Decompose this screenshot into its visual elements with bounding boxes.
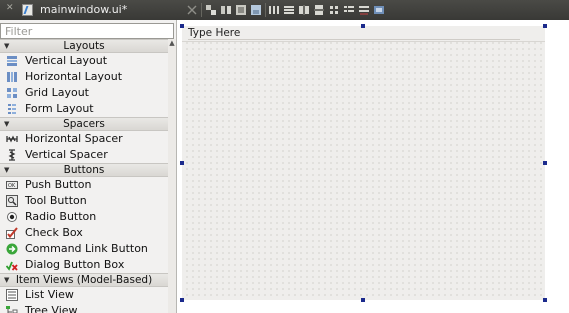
layout-grid-icon[interactable] [328,4,340,16]
resize-handle-left[interactable] [180,161,184,165]
category-label: Spacers [63,118,105,130]
layout-h-splitter-icon[interactable] [298,4,310,16]
menu-bar[interactable]: Type Here [182,26,545,42]
break-layout-icon[interactable] [358,4,370,16]
widget-label: Vertical Spacer [25,148,108,161]
form-layout-icon [6,103,18,115]
main-window-form[interactable]: Type Here [182,26,545,300]
widget-tool-button[interactable]: Tool Button [0,193,168,209]
resize-handle-top[interactable] [361,24,365,28]
widget-label: Vertical Layout [25,54,108,67]
widget-tree-view[interactable]: Tree View [0,303,168,313]
category-label: Item Views (Model-Based) [15,274,153,286]
widget-horizontal-layout[interactable]: Horizontal Layout [0,69,168,85]
widget-command-link-button[interactable]: Command Link Button [0,241,168,257]
category-layouts[interactable]: ▼ Layouts [0,39,168,53]
menu-bar-divider [188,39,520,40]
collapse-arrow-icon[interactable]: ▼ [4,40,9,52]
widget-grid-layout[interactable]: Grid Layout [0,85,168,101]
widget-vertical-layout[interactable]: Vertical Layout [0,53,168,69]
filter-field[interactable] [0,23,174,39]
resize-handle-top-right[interactable] [543,24,547,28]
collapse-arrow-icon[interactable]: ▼ [4,164,9,176]
widget-form-layout[interactable]: Form Layout [0,101,168,117]
resize-handle-top-left[interactable] [180,24,184,28]
widget-horizontal-spacer[interactable]: Horizontal Spacer [0,131,168,147]
radio-button-icon [6,211,18,223]
widget-radio-button[interactable]: Radio Button [0,209,168,225]
widget-label: Grid Layout [25,86,89,99]
tool-button-icon [6,195,18,207]
close-tab-icon[interactable]: ✕ [6,3,14,13]
widget-label: Horizontal Layout [25,70,123,83]
edit-tab-order-icon[interactable] [235,4,247,16]
widget-label: List View [25,288,74,301]
widget-box-scrollbar[interactable] [168,39,176,313]
widget-label: Tree View [25,304,78,313]
horizontal-spacer-icon [6,133,18,145]
resource-icon[interactable] [250,4,262,16]
collapse-arrow-icon[interactable]: ▼ [4,118,9,130]
category-item-views[interactable]: ▼ Item Views (Model-Based) [0,273,168,287]
collapse-arrow-icon[interactable]: ▼ [4,274,9,286]
top-toolbar: ✕ mainwindow.ui* [0,0,569,20]
widget-label: Command Link Button [25,242,148,255]
layout-form-icon[interactable] [343,4,355,16]
check-box-icon [6,227,18,239]
widget-label: Form Layout [25,102,94,115]
widget-box: ▲ ▼ Layouts Vertical Layout Horizontal L… [0,20,177,313]
ui-file-icon [22,4,33,16]
grid-layout-icon [6,87,18,99]
widget-label: Radio Button [25,210,97,223]
svg-text:OK: OK [8,183,16,189]
list-view-icon [6,289,18,301]
widget-label: Horizontal Spacer [25,132,123,145]
layout-vertical-icon[interactable] [283,4,295,16]
tree-view-icon [6,305,18,313]
horizontal-layout-icon [6,71,18,83]
edit-widgets-icon[interactable] [186,4,198,16]
dialog-button-box-icon [5,259,18,271]
widget-label: Push Button [25,178,92,191]
widget-list-view[interactable]: List View [0,287,168,303]
widget-list: ▼ Layouts Vertical Layout Horizontal Lay… [0,39,168,313]
resize-handle-bottom-right[interactable] [543,298,547,302]
resize-handle-bottom-left[interactable] [180,298,184,302]
edit-buddies-icon[interactable] [220,4,232,16]
widget-label: Check Box [25,226,83,239]
toolbar-separator [265,3,266,17]
category-label: Buttons [63,164,105,176]
toolbar-separator [201,3,202,17]
push-button-icon: OK [6,179,18,191]
layout-horizontal-icon[interactable] [268,4,280,16]
category-label: Layouts [63,40,105,52]
file-tab[interactable]: ✕ mainwindow.ui* [0,0,176,20]
resize-handle-right[interactable] [543,161,547,165]
layout-v-splitter-icon[interactable] [313,4,325,16]
resize-handle-bottom[interactable] [361,298,365,302]
command-link-icon [6,243,18,255]
tab-title: mainwindow.ui* [40,3,128,16]
category-buttons[interactable]: ▼ Buttons [0,163,168,177]
vertical-spacer-icon [6,149,18,161]
vertical-layout-icon [6,55,18,67]
widget-push-button[interactable]: OK Push Button [0,177,168,193]
type-here-placeholder[interactable]: Type Here [188,27,240,39]
filter-input[interactable] [1,24,173,38]
scroll-up-arrow-icon[interactable]: ▲ [168,39,176,47]
widget-check-box[interactable]: Check Box [0,225,168,241]
widget-label: Dialog Button Box [25,258,125,271]
widget-vertical-spacer[interactable]: Vertical Spacer [0,147,168,163]
form-editor-canvas[interactable]: Type Here [177,20,569,313]
edit-signals-icon[interactable] [205,4,217,16]
category-spacers[interactable]: ▼ Spacers [0,117,168,131]
widget-dialog-button-box[interactable]: Dialog Button Box [0,257,168,273]
adjust-size-icon[interactable] [373,4,385,16]
widget-label: Tool Button [25,194,87,207]
